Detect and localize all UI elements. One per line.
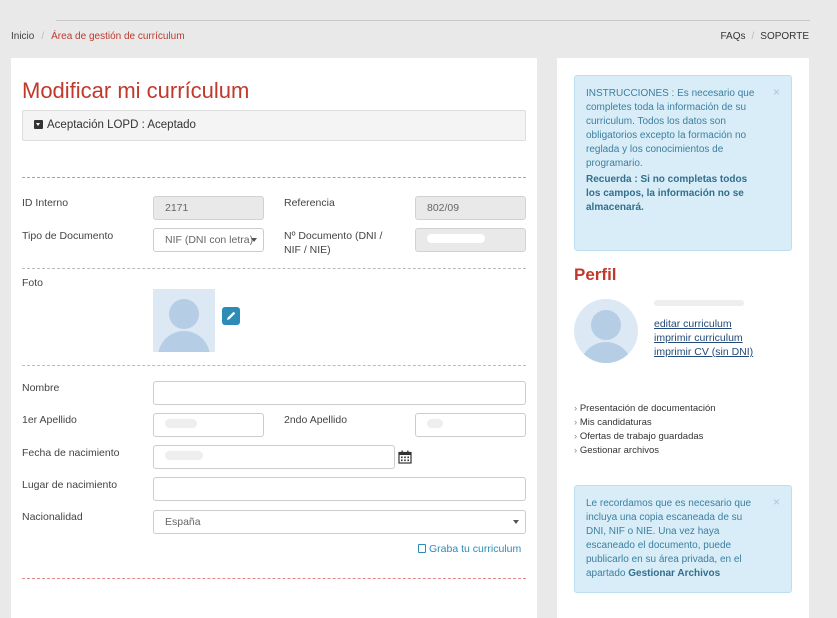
breadcrumb-separator: / [41,31,45,42]
sidebar-menu: Presentación de documentación Mis candid… [574,402,716,458]
doc-number-field[interactable] [415,228,526,252]
menu-item-saved-offers[interactable]: Ofertas de trabajo guardadas [574,430,716,444]
edit-icon [227,311,236,320]
reference-field: 802/09 [415,196,526,220]
chevron-down-icon [513,520,519,524]
surname1-label: 1er Apellido [22,414,77,426]
redacted-value [427,234,485,243]
avatar-icon [574,299,638,363]
save-curriculum-link[interactable]: Graba tu curriculum [418,543,521,555]
instructions-text: INSTRUCCIONES : Es necesario que complet… [586,88,755,169]
avatar-body [580,342,632,363]
section-divider [22,578,526,579]
redacted-value [654,300,744,306]
section-divider [22,365,526,366]
top-links-separator: / [751,31,755,42]
id-field: 2171 [153,196,264,220]
doc-type-value: NIF (DNI con letra) [165,234,254,246]
instructions-alert: × INSTRUCCIONES : Es necesario que compl… [574,75,792,251]
birthplace-input[interactable] [153,477,526,501]
top-links: FAQs / SOPORTE [720,31,809,42]
menu-item-documentation[interactable]: Presentación de documentación [574,402,716,416]
main-panel: Modificar mi currículum Aceptación LOPD … [11,58,537,618]
lopd-accordion[interactable]: Aceptación LOPD : Aceptado [22,110,526,141]
breadcrumb: Inicio / Área de gestión de currículum [11,31,185,42]
caret-down-icon [34,120,43,129]
section-divider [22,268,526,269]
save-curriculum-label: Graba tu curriculum [429,543,522,555]
avatar-body [158,331,210,352]
edit-photo-button[interactable] [222,307,240,325]
breadcrumb-current: Área de gestión de currículum [51,31,185,42]
birthplace-label: Lugar de nacimiento [22,479,118,491]
documents-note-alert: × Le recordamos que es necesario que inc… [574,485,792,593]
documents-note-link: Gestionar Archivos [628,568,721,579]
redacted-value [165,451,203,460]
save-icon [418,544,426,553]
redacted-value [165,419,197,428]
close-icon[interactable]: × [773,495,780,509]
nationality-select[interactable]: España [153,510,526,534]
section-divider [22,177,526,178]
birthdate-label: Fecha de nacimiento [22,447,120,459]
lopd-label: Aceptación LOPD : Aceptado [47,119,196,131]
surname2-label: 2ndo Apellido [284,414,348,426]
edit-curriculum-link[interactable]: editar curriculum [654,317,753,331]
profile-links: editar curriculum imprimir curriculum im… [654,317,753,359]
id-label: ID Interno [22,197,69,209]
name-input[interactable] [153,381,526,405]
name-label: Nombre [22,382,60,394]
sidebar-panel: × INSTRUCCIONES : Es necesario que compl… [557,58,809,618]
page-title: Modificar mi currículum [22,78,250,103]
avatar-head [591,310,621,340]
print-curriculum-link[interactable]: imprimir curriculum [654,331,753,345]
top-divider [56,20,810,21]
instructions-reminder: Recuerda : Si no completas todos los cam… [586,174,748,213]
nationality-value: España [165,516,201,528]
calendar-icon[interactable] [398,450,412,464]
surname2-input[interactable] [415,413,526,437]
doc-number-label: Nº Documento (DNI / NIF / NIE) [284,230,383,256]
reference-label: Referencia [284,197,335,209]
documents-note-text: Le recordamos que es necesario que inclu… [586,498,752,579]
surname1-input[interactable] [153,413,264,437]
close-icon[interactable]: × [773,85,780,99]
breadcrumb-home[interactable]: Inicio [11,31,34,42]
avatar-head [169,299,199,329]
menu-item-candidaturas[interactable]: Mis candidaturas [574,416,716,430]
doc-type-label: Tipo de Documento [22,230,114,242]
avatar-icon [153,289,215,352]
support-link[interactable]: SOPORTE [760,31,809,42]
menu-item-files[interactable]: Gestionar archivos [574,444,716,458]
redacted-value [427,419,443,428]
faqs-link[interactable]: FAQs [720,31,745,42]
chevron-down-icon [251,238,257,242]
doc-type-select[interactable]: NIF (DNI con letra) [153,228,264,252]
nationality-label: Nacionalidad [22,511,83,523]
profile-title: Perfil [574,265,617,284]
birthdate-input[interactable] [153,445,395,469]
print-cv-no-dni-link[interactable]: imprimir CV (sin DNI) [654,345,753,359]
photo-label: Foto [22,277,44,289]
